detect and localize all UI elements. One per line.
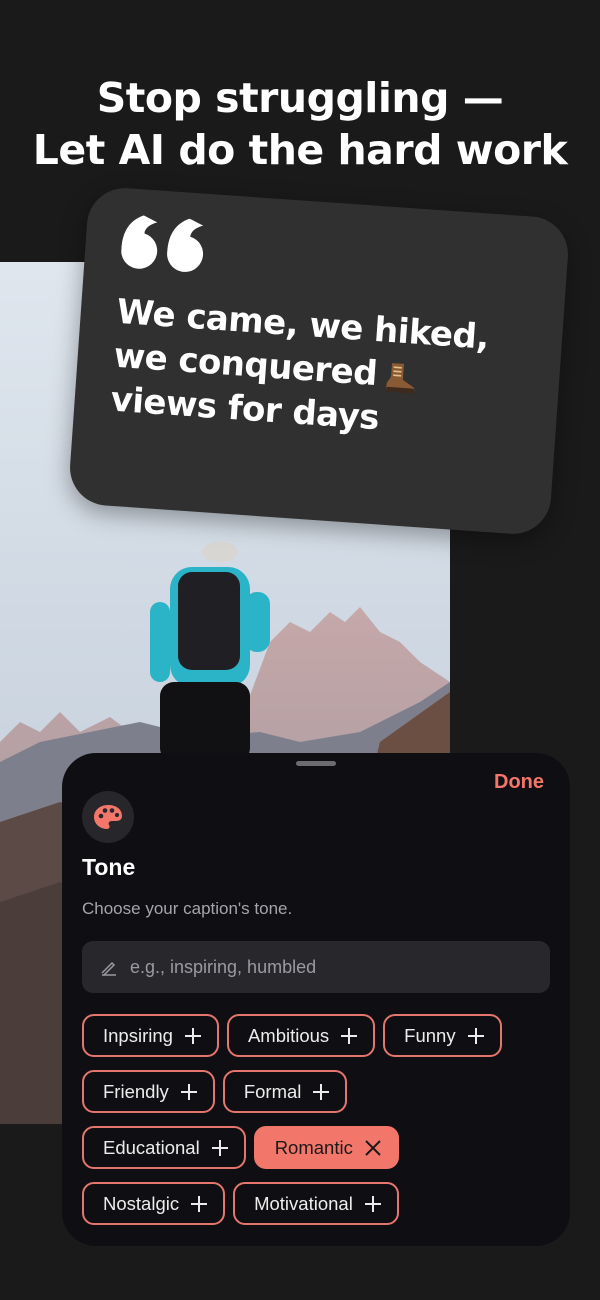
tone-chip-label: Nostalgic <box>103 1192 180 1214</box>
quote-mark-icon <box>121 215 204 272</box>
plus-icon <box>364 1195 381 1212</box>
palette-icon-container <box>82 791 134 843</box>
chip-row: Educational Romantic <box>82 1126 562 1169</box>
tone-chip-ambitious[interactable]: Ambitious <box>226 1014 376 1057</box>
tone-chip-formal[interactable]: Formal <box>222 1070 348 1113</box>
quote-text: We came, we hiked, we conquered views fo… <box>109 290 537 451</box>
tone-chip-funny[interactable]: Funny <box>383 1014 502 1057</box>
plus-icon <box>467 1027 484 1044</box>
done-button[interactable]: Done <box>494 771 544 794</box>
pencil-icon <box>101 961 116 976</box>
tone-chip-educational[interactable]: Educational <box>82 1126 246 1169</box>
tone-input[interactable] <box>128 955 532 979</box>
tone-chip-romantic[interactable]: Romantic <box>253 1126 399 1169</box>
tone-chip-motivational[interactable]: Motivational <box>233 1182 399 1225</box>
tone-chip-friendly[interactable]: Friendly <box>82 1070 215 1113</box>
tone-chip-label: Inpsiring <box>103 1024 173 1046</box>
sheet-grabber[interactable] <box>296 761 336 766</box>
quote-card: We came, we hiked, we conquered views fo… <box>67 185 571 537</box>
sheet-title: Tone <box>82 854 136 880</box>
plus-icon <box>184 1027 201 1044</box>
tone-chip-label: Motivational <box>254 1192 353 1214</box>
tone-chip-label: Educational <box>103 1136 200 1158</box>
tone-chip-inpsiring[interactable]: Inpsiring <box>82 1014 219 1057</box>
headline-line-1: Stop struggling — <box>96 74 504 122</box>
tone-chip-nostalgic[interactable]: Nostalgic <box>82 1182 226 1225</box>
chip-row: Nostalgic Motivational <box>82 1182 562 1225</box>
plus-icon <box>341 1027 358 1044</box>
tone-chip-label: Ambitious <box>247 1024 330 1046</box>
chip-row: Friendly Formal <box>82 1070 562 1113</box>
tone-sheet: Done Tone Choose your caption's tone. In… <box>62 753 570 1246</box>
headline-line-2: Let AI do the hard work <box>32 126 568 174</box>
hiking-boot-icon <box>385 362 415 394</box>
plus-icon <box>191 1195 208 1212</box>
close-icon <box>365 1139 381 1156</box>
tone-chip-label: Romantic <box>274 1136 353 1158</box>
plus-icon <box>180 1083 197 1100</box>
tone-chip-label: Formal <box>243 1080 302 1102</box>
tone-chip-label: Funny <box>404 1024 456 1046</box>
tone-chips: Inpsiring Ambitious Funny Friendly Formal Edu… <box>82 1014 562 1238</box>
chip-row: Inpsiring Ambitious Funny <box>82 1014 562 1057</box>
plus-icon <box>211 1139 228 1156</box>
headline: Stop struggling — Let AI do the hard wor… <box>0 72 600 176</box>
tone-input-field[interactable] <box>82 941 550 993</box>
palette-icon <box>94 805 122 829</box>
tone-chip-label: Friendly <box>103 1080 169 1102</box>
sheet-subtitle: Choose your caption's tone. <box>82 899 293 918</box>
plus-icon <box>313 1083 330 1100</box>
